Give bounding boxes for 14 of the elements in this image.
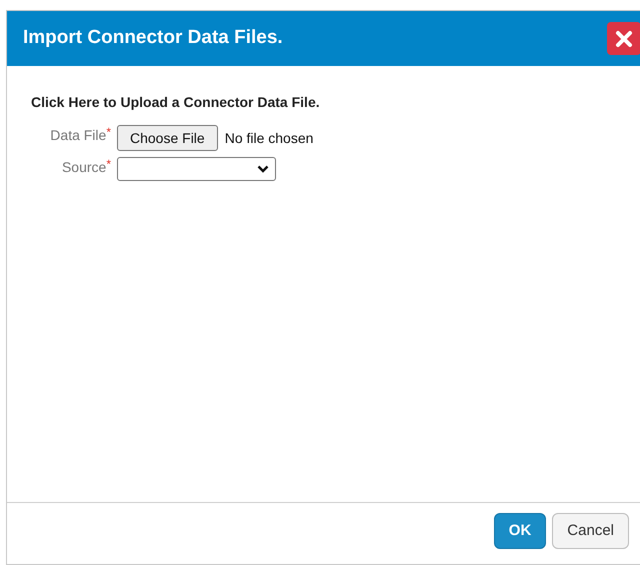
- chevron-down-icon: [257, 165, 269, 173]
- cancel-button[interactable]: Cancel: [552, 513, 629, 549]
- field-label: Source: [62, 158, 106, 177]
- choose-file-button[interactable]: Choose File: [117, 125, 218, 151]
- required-mark: *: [106, 157, 111, 171]
- close-icon: [615, 30, 633, 48]
- file-status: No file chosen: [224, 128, 314, 148]
- close-button[interactable]: [607, 22, 640, 55]
- required-mark: *: [106, 125, 111, 139]
- instruction-text: Click Here to Upload a Connector Data File.: [31, 93, 321, 112]
- field-label: Data File: [50, 126, 106, 145]
- window-title: Import Connector Data Files.: [23, 26, 283, 50]
- ok-button[interactable]: OK: [494, 513, 546, 549]
- source-select[interactable]: [117, 157, 276, 181]
